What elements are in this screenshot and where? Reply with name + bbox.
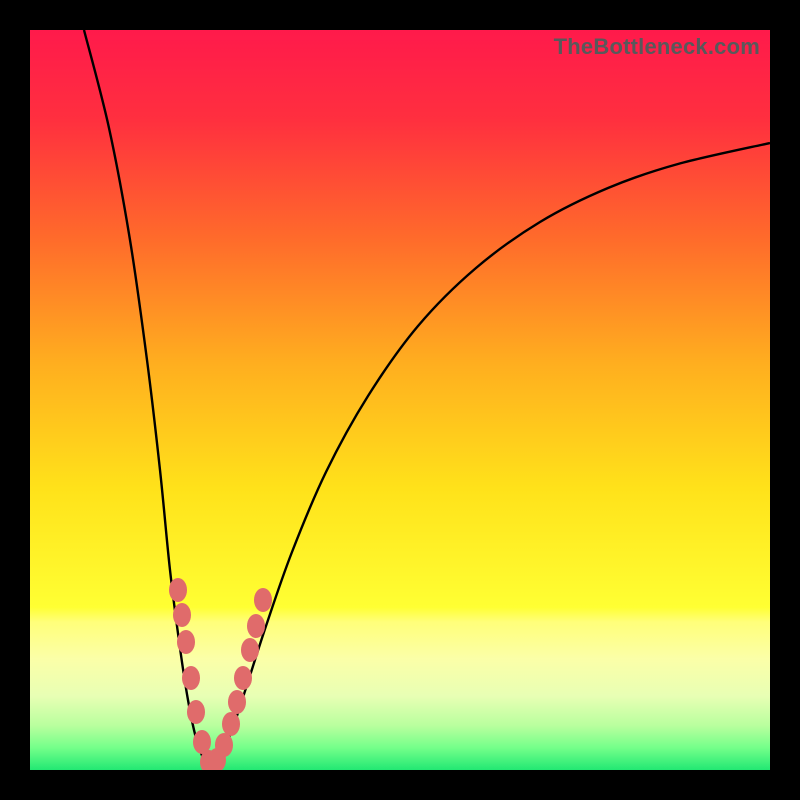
curve-left bbox=[84, 30, 210, 768]
data-marker bbox=[228, 690, 246, 714]
data-marker bbox=[182, 666, 200, 690]
data-marker bbox=[222, 712, 240, 736]
data-marker bbox=[173, 603, 191, 627]
data-markers bbox=[169, 578, 272, 770]
data-marker bbox=[241, 638, 259, 662]
curves-layer bbox=[30, 30, 770, 770]
data-marker bbox=[247, 614, 265, 638]
plot-area: TheBottleneck.com bbox=[30, 30, 770, 770]
data-marker bbox=[177, 630, 195, 654]
data-marker bbox=[169, 578, 187, 602]
data-marker bbox=[187, 700, 205, 724]
chart-frame: TheBottleneck.com bbox=[0, 0, 800, 800]
data-marker bbox=[254, 588, 272, 612]
data-marker bbox=[234, 666, 252, 690]
watermark-text: TheBottleneck.com bbox=[554, 34, 760, 60]
data-marker bbox=[215, 733, 233, 757]
curve-right bbox=[210, 143, 770, 768]
